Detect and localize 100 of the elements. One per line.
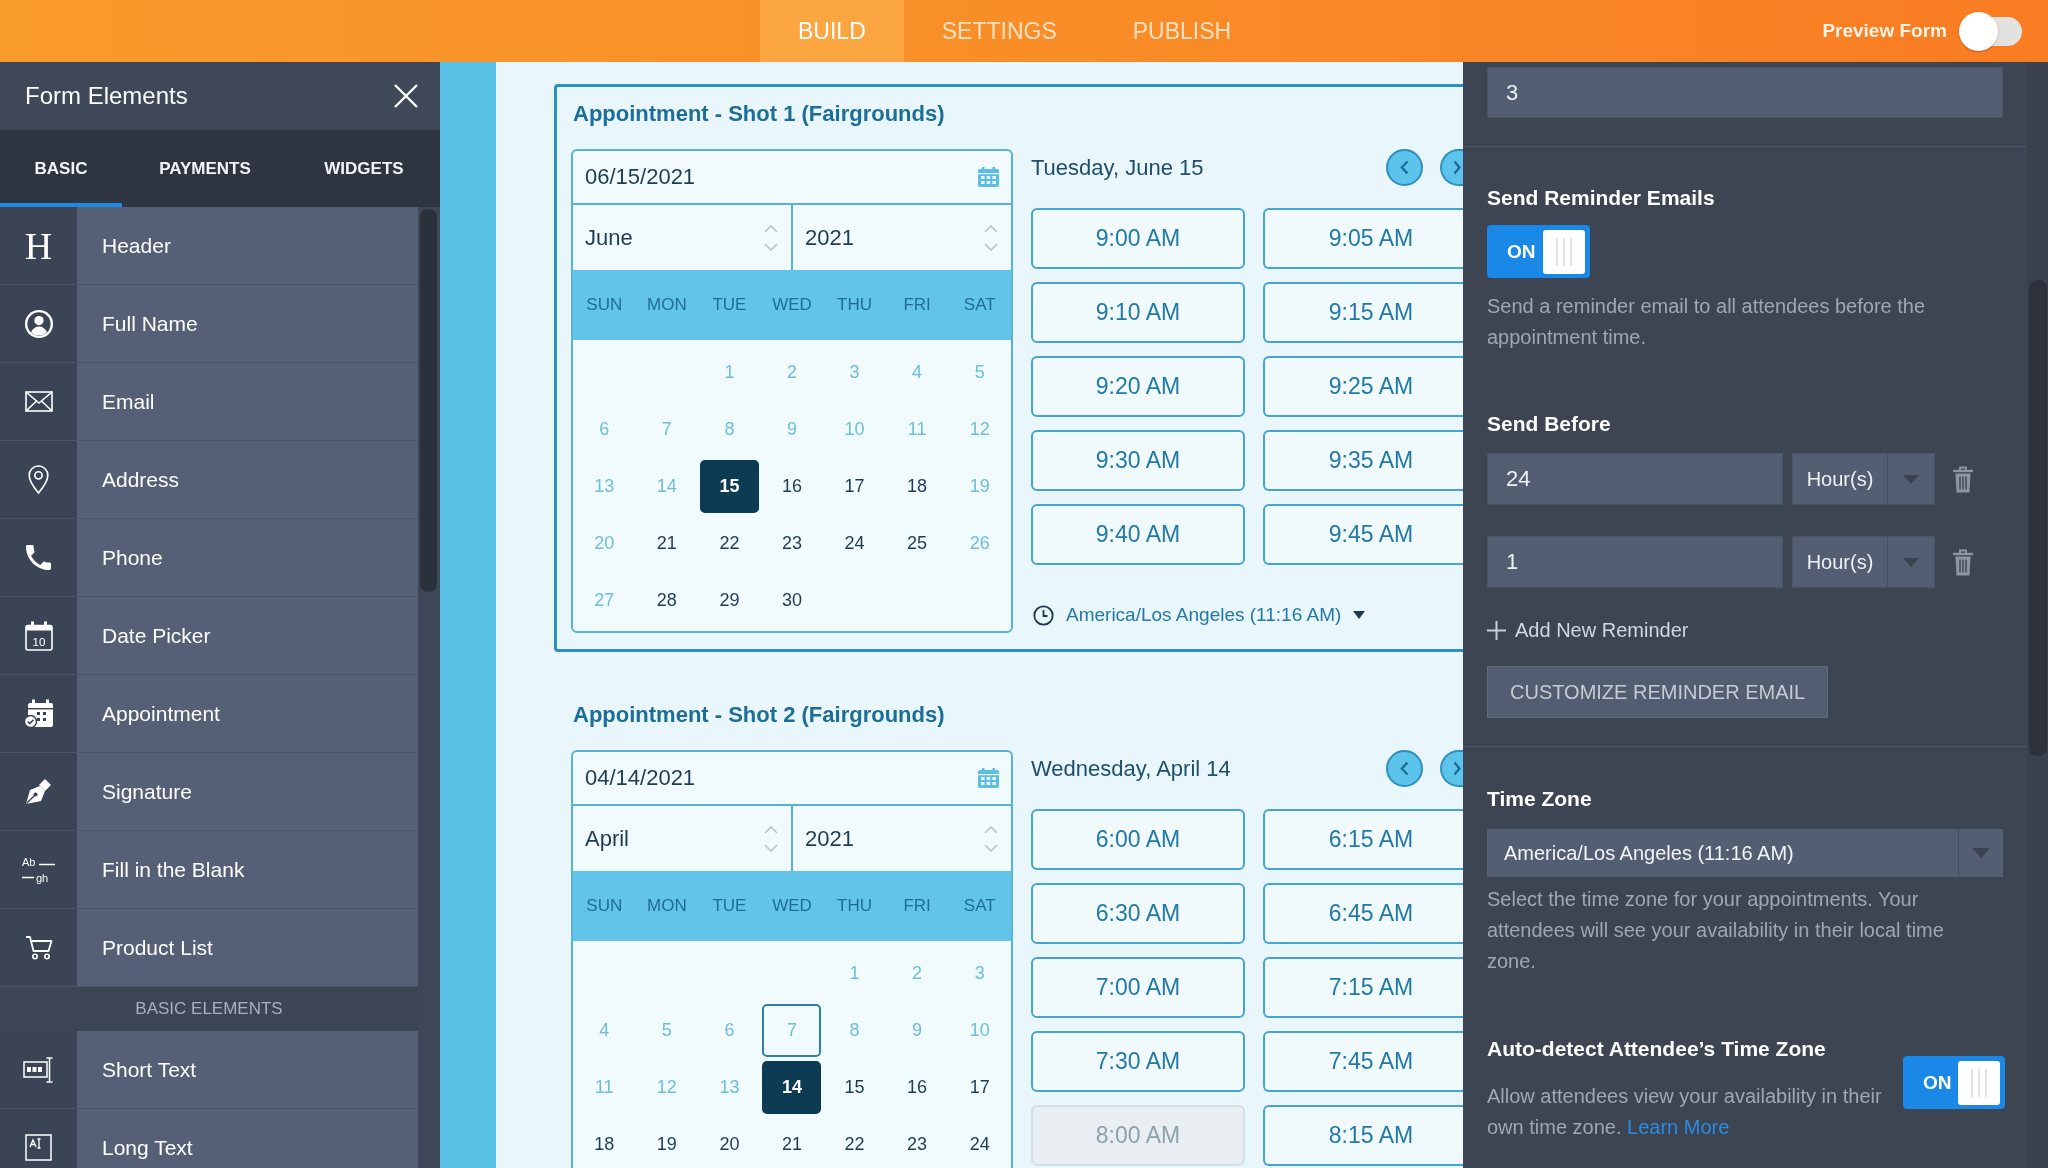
calendar-day[interactable]: 19 <box>637 1118 697 1168</box>
calendar-day[interactable]: 22 <box>825 1118 885 1168</box>
form-element-item[interactable]: Long Text <box>0 1109 418 1168</box>
form-element-item[interactable]: Phone <box>0 519 418 597</box>
toggle-switch[interactable]: ON <box>1487 225 1590 278</box>
text-field-icon <box>23 1056 54 1083</box>
calendar-icon <box>978 768 999 788</box>
learn-more-link[interactable]: Learn More <box>1627 1116 1730 1138</box>
close-button[interactable] <box>394 84 418 108</box>
time-slot-button[interactable]: 7:30 AM <box>1031 1031 1245 1092</box>
form-element-item[interactable]: Appointment <box>0 675 418 753</box>
time-slot-button[interactable]: 9:00 AM <box>1031 208 1245 269</box>
calendar-day[interactable]: 14 <box>762 1061 822 1114</box>
toggle-switch[interactable]: ON <box>1903 1056 2005 1109</box>
time-slot-button[interactable]: 9:05 AM <box>1263 208 1463 269</box>
weekday-label: MON <box>646 896 688 916</box>
form-element-item[interactable]: 10 Date Picker <box>0 597 418 675</box>
time-slot-button[interactable]: 7:00 AM <box>1031 957 1245 1018</box>
form-element-item[interactable]: Email <box>0 363 418 441</box>
time-slot-button[interactable]: 9:20 AM <box>1031 356 1245 417</box>
header-icon: H <box>24 226 53 265</box>
trash-icon <box>1953 465 1973 493</box>
preview-form-label: Preview Form <box>1822 20 1947 42</box>
form-element-item[interactable]: Signature <box>0 753 418 831</box>
plus-icon <box>1487 620 1506 640</box>
calendar-day[interactable]: 20 <box>699 1118 759 1168</box>
timezone-select[interactable]: America/Los Angeles (11:16 AM) <box>1487 829 2003 877</box>
next-button[interactable] <box>1440 149 1463 186</box>
calendar-day[interactable]: 15 <box>699 460 759 513</box>
time-slot-button[interactable]: 8:15 AM <box>1263 1105 1463 1166</box>
time-slot-button[interactable]: 9:15 AM <box>1263 282 1463 343</box>
calendar-day[interactable]: 23 <box>762 517 822 570</box>
month-select[interactable]: June <box>573 205 791 270</box>
form-element-item[interactable]: Ab gh Fill in the Blank <box>0 831 418 909</box>
close-icon <box>394 84 418 108</box>
next-button[interactable] <box>1440 750 1463 787</box>
weekday-label: WED <box>771 896 813 916</box>
date-field[interactable]: 06/15/2021 <box>573 151 1011 205</box>
form-element-item[interactable]: Full Name <box>0 285 418 363</box>
calendar-day[interactable]: 21 <box>762 1118 822 1168</box>
calendar-day[interactable]: 24 <box>825 517 885 570</box>
previous-button[interactable] <box>1386 149 1423 186</box>
scrollbar-thumb[interactable] <box>420 209 437 592</box>
form-element-item[interactable]: Product List <box>0 909 418 987</box>
calendar-day[interactable]: 17 <box>950 1061 1010 1114</box>
unit-select[interactable]: Hour(s) <box>1792 536 1935 588</box>
calendar-icon <box>978 167 999 187</box>
delete-button[interactable] <box>1953 465 1973 493</box>
time-slot-button[interactable]: 9:35 AM <box>1263 430 1463 491</box>
time-slot-button[interactable]: 6:45 AM <box>1263 883 1463 944</box>
time-slot-button[interactable]: 6:30 AM <box>1031 883 1245 944</box>
appointment-card[interactable] <box>554 84 1463 652</box>
month-select[interactable]: April <box>573 806 791 871</box>
customize-email-button[interactable]: CUSTOMIZE REMINDER EMAIL <box>1487 666 1829 718</box>
panel-tab[interactable]: PAYMENTS <box>122 130 288 207</box>
date-field[interactable]: 04/14/2021 <box>573 752 1011 806</box>
calendar-day[interactable]: 15 <box>825 1061 885 1114</box>
timezone-select[interactable]: America/Los Angeles (11:16 AM) <box>1033 601 1366 629</box>
calendar-day[interactable]: 16 <box>887 1061 947 1114</box>
up-down-chevron-icon <box>763 824 779 853</box>
time-slot-button[interactable]: 9:40 AM <box>1031 504 1245 565</box>
time-slot-button[interactable]: 7:45 AM <box>1263 1031 1463 1092</box>
calendar-day[interactable]: 17 <box>825 460 885 513</box>
number-field[interactable]: 1 <box>1487 536 1783 588</box>
form-element-item[interactable]: Address <box>0 441 418 519</box>
weekday-label: MON <box>646 295 688 315</box>
form-element-item[interactable]: H Header <box>0 207 418 285</box>
number-field[interactable]: 24 <box>1487 453 1783 505</box>
calendar-day[interactable]: 23 <box>887 1118 947 1168</box>
time-slot-button[interactable]: 9:25 AM <box>1263 356 1463 417</box>
calendar-day[interactable]: 18 <box>574 1118 634 1168</box>
add-reminder-link[interactable]: Add New Reminder <box>1487 616 1689 644</box>
calendar-day[interactable]: 29 <box>699 574 759 627</box>
calendar-day[interactable]: 30 <box>762 574 822 627</box>
time-slot-button[interactable]: 9:10 AM <box>1031 282 1245 343</box>
calendar-day[interactable]: 16 <box>762 460 822 513</box>
caret-down-icon <box>1972 848 1990 858</box>
calendar-day[interactable]: 24 <box>950 1118 1010 1168</box>
calendar-day[interactable]: 28 <box>637 574 697 627</box>
form-element-item[interactable]: Short Text <box>0 1031 418 1109</box>
number-field[interactable]: 3 <box>1487 67 2003 118</box>
time-slot-button[interactable]: 7:15 AM <box>1263 957 1463 1018</box>
unit-select[interactable]: Hour(s) <box>1792 453 1935 505</box>
calendar-day[interactable]: 18 <box>887 460 947 513</box>
calendar-day[interactable]: 21 <box>637 517 697 570</box>
weekday-label: THU <box>836 896 874 916</box>
calendar-day[interactable]: 22 <box>699 517 759 570</box>
time-slot-button[interactable]: 9:30 AM <box>1031 430 1245 491</box>
chevron-right-icon <box>1453 761 1461 776</box>
panel-tab[interactable]: WIDGETS <box>288 130 440 207</box>
delete-button[interactable] <box>1953 548 1973 576</box>
time-slot-button[interactable]: 6:00 AM <box>1031 809 1245 870</box>
previous-button[interactable] <box>1386 750 1423 787</box>
calendar-day[interactable]: 25 <box>887 517 947 570</box>
time-slot-button[interactable]: 6:15 AM <box>1263 809 1463 870</box>
cart-icon <box>24 935 53 960</box>
time-slot-button[interactable]: 9:45 AM <box>1263 504 1463 565</box>
date-heading: Tuesday, June 15 <box>1031 154 1205 181</box>
weekday-label: SAT <box>962 295 997 315</box>
preview-toggle[interactable] <box>1959 11 2022 51</box>
